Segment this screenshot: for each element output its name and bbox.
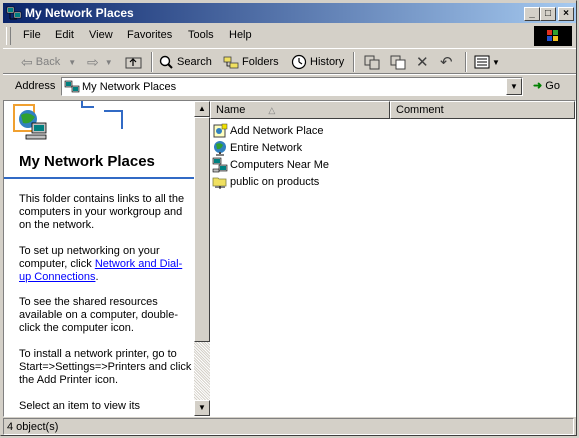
delete-icon: ✕: [416, 54, 429, 71]
heading-divider: [4, 177, 194, 179]
address-dropdown-button[interactable]: ▼: [506, 78, 522, 95]
pane-text-setup-suffix: .: [95, 271, 99, 283]
back-arrow-icon: ⇦: [21, 53, 33, 70]
address-label: Address: [15, 80, 56, 92]
history-button[interactable]: History: [291, 52, 344, 72]
item-name: Entire Network: [230, 141, 303, 154]
copy-to-icon: [390, 55, 406, 70]
close-button[interactable]: ×: [558, 7, 574, 21]
info-pane-scrollbar[interactable]: ▲ ▼: [194, 101, 210, 416]
history-icon: [291, 54, 307, 70]
computers-icon: [212, 157, 228, 172]
toolbar-separator: [151, 52, 153, 72]
pane-text-intro: This folder contains links to all the co…: [19, 193, 185, 231]
search-label: Search: [177, 56, 212, 68]
menu-tools[interactable]: Tools: [188, 29, 214, 41]
back-label: Back: [35, 56, 61, 68]
undo-button[interactable]: ↶: [440, 52, 453, 72]
move-to-icon: [364, 55, 380, 70]
arrow-up-icon: ▲: [198, 104, 206, 113]
menubar-grip: [6, 27, 11, 45]
views-button[interactable]: ▼: [474, 52, 500, 72]
arrow-down-icon: ▼: [198, 403, 206, 412]
search-button[interactable]: Search: [158, 52, 212, 72]
item-name: Add Network Place: [230, 124, 324, 137]
file-list: Name △ Comment Add Network Place Entire …: [210, 101, 575, 416]
up-folder-icon: [125, 57, 142, 69]
go-button[interactable]: ➜ Go: [533, 79, 560, 92]
up-folder-button[interactable]: [125, 52, 143, 72]
folders-label: Folders: [242, 56, 279, 68]
shared-folder-icon: [212, 177, 227, 189]
windows-logo: [534, 26, 572, 46]
minimize-button[interactable]: _: [524, 7, 540, 21]
pane-text-setup: To set up networking on your computer, c…: [19, 245, 194, 284]
folders-button[interactable]: Folders: [223, 52, 279, 72]
column-name-label: Name: [216, 104, 246, 116]
address-value: My Network Places: [82, 81, 177, 93]
search-icon: [159, 55, 173, 69]
window-title: My Network Places: [25, 6, 134, 20]
network-places-icon: [64, 80, 80, 93]
back-button[interactable]: ⇦ Back ▼: [21, 52, 76, 72]
add-network-place-icon: [213, 123, 228, 137]
forward-arrow-icon: ⇨: [87, 53, 99, 70]
status-text: 4 object(s): [3, 418, 574, 435]
network-places-icon: [6, 6, 22, 20]
menu-favorites[interactable]: Favorites: [127, 29, 172, 41]
item-name: public on products: [230, 175, 320, 188]
item-name: Computers Near Me: [230, 158, 330, 171]
info-pane: My Network Places This folder contains l…: [4, 101, 194, 416]
address-bar: Address My Network Places ▼ ➜ Go: [3, 74, 576, 98]
list-item[interactable]: Computers Near Me: [212, 156, 329, 173]
history-label: History: [310, 56, 345, 68]
scroll-up-button[interactable]: ▲: [194, 101, 210, 117]
chevron-down-icon: ▼: [510, 82, 518, 91]
pane-text-printer: To install a network printer, go to Star…: [19, 348, 192, 386]
list-item[interactable]: Entire Network: [212, 139, 302, 156]
menu-help[interactable]: Help: [229, 29, 252, 41]
sort-ascending-icon: △: [268, 105, 276, 115]
views-dropdown-icon: ▼: [492, 57, 500, 67]
scroll-down-button[interactable]: ▼: [194, 400, 210, 416]
go-label: Go: [545, 80, 560, 92]
folders-icon: [223, 56, 239, 69]
list-item[interactable]: public on products: [212, 173, 319, 190]
undo-icon: ↶: [440, 54, 453, 71]
forward-button[interactable]: ⇨ ▼: [87, 52, 113, 72]
column-header-name[interactable]: Name △: [210, 101, 390, 119]
list-item[interactable]: Add Network Place: [212, 122, 324, 139]
scroll-thumb[interactable]: [194, 117, 210, 342]
network-places-large-icon: [13, 101, 123, 140]
move-to-button[interactable]: [363, 52, 381, 72]
address-field[interactable]: My Network Places ▼: [61, 77, 523, 96]
column-comment-label: Comment: [396, 104, 444, 116]
views-icon: [474, 55, 490, 69]
pane-text-shared: To see the shared resources available on…: [19, 296, 178, 334]
toolbar-separator: [353, 52, 355, 72]
pane-text-select: Select an item to view its: [19, 400, 141, 412]
maximize-button[interactable]: □: [540, 7, 556, 21]
explorer-window: My Network Places _ □ × File Edit View F…: [0, 0, 577, 436]
standard-toolbar: ⇦ Back ▼ ⇨ ▼ Search Folders History ✕ ↶ …: [3, 48, 576, 74]
menu-bar: File Edit View Favorites Tools Help: [3, 25, 576, 47]
copy-to-button[interactable]: [389, 52, 407, 72]
delete-button[interactable]: ✕: [416, 52, 429, 72]
menu-edit[interactable]: Edit: [55, 29, 74, 41]
title-bar[interactable]: My Network Places _ □ ×: [3, 3, 576, 23]
menu-view[interactable]: View: [89, 29, 113, 41]
pane-heading: My Network Places: [19, 153, 155, 170]
forward-dropdown-icon: ▼: [104, 57, 113, 67]
toolbar-separator: [465, 52, 467, 72]
back-dropdown-icon: ▼: [68, 57, 77, 67]
content-area: My Network Places This folder contains l…: [3, 100, 576, 417]
status-bar: 4 object(s): [3, 418, 576, 435]
globe-icon: [214, 140, 226, 156]
column-header-comment[interactable]: Comment: [390, 101, 575, 119]
menu-file[interactable]: File: [23, 29, 41, 41]
go-arrow-icon: ➜: [533, 80, 543, 92]
